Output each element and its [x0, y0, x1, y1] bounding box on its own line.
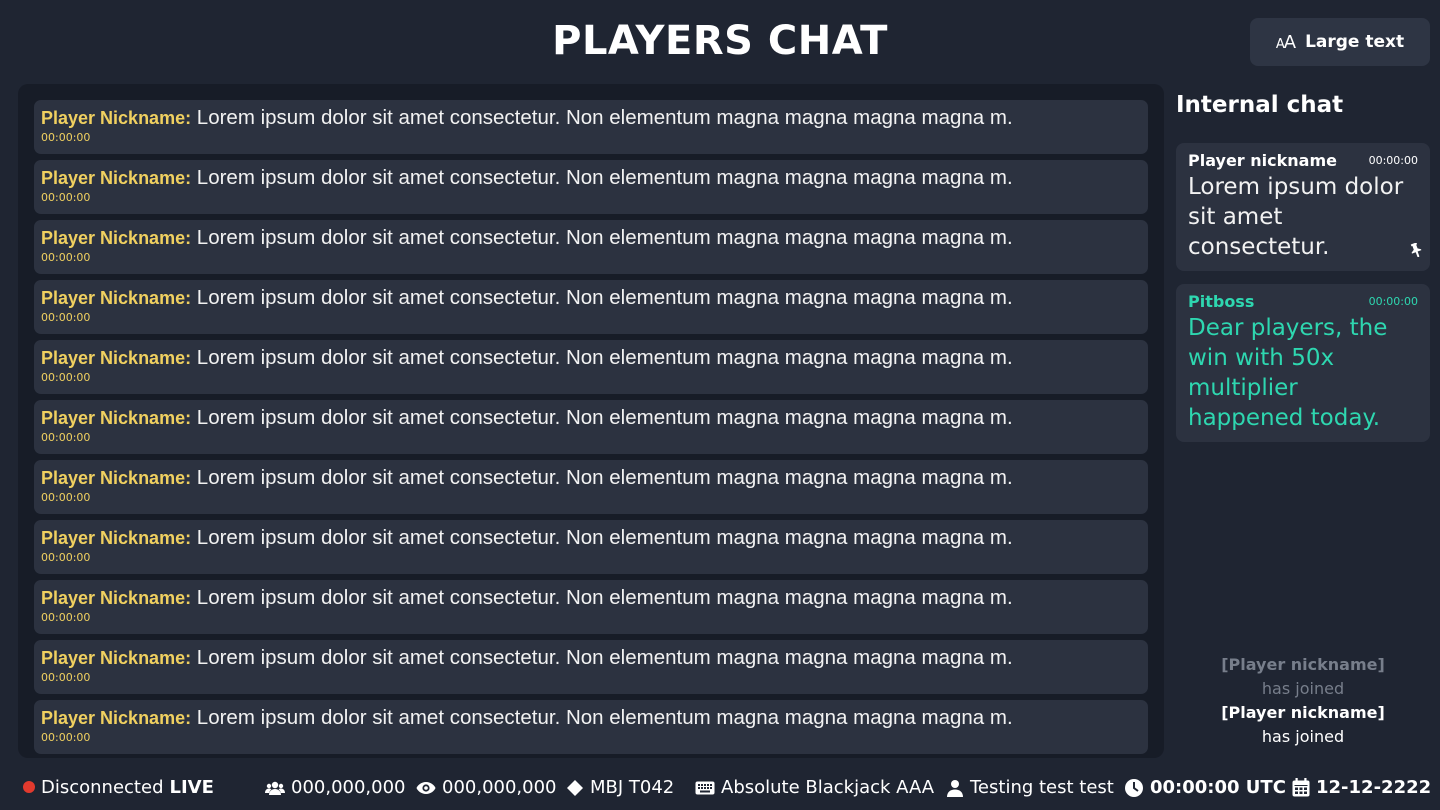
message-text: Lorem ipsum dolor sit amet consectetur. …: [196, 526, 1013, 549]
message-text: Lorem ipsum dolor sit amet consectetur. …: [196, 586, 1013, 609]
chat-message[interactable]: Player Nickname: Lorem ipsum dolor sit a…: [34, 580, 1148, 634]
keyboard-icon: [695, 781, 715, 795]
join-action: has joined: [1261, 679, 1345, 698]
clock: 00:00:00 UTC: [1124, 777, 1286, 798]
dealer-name: Testing test test: [946, 777, 1114, 798]
join-event: [Player nickname] has joined: [1176, 701, 1430, 749]
chat-message[interactable]: Player Nickname: Lorem ipsum dolor sit a…: [34, 100, 1148, 154]
message-time: 00:00:00: [1368, 295, 1418, 308]
message-nickname: Player Nickname:: [41, 708, 192, 728]
message-time: 00:00:00: [41, 131, 91, 144]
chat-message[interactable]: Player Nickname: Lorem ipsum dolor sit a…: [34, 460, 1148, 514]
join-action: has joined: [1261, 727, 1345, 746]
players-count: 000,000,000: [265, 777, 406, 798]
message-time: 00:00:00: [41, 551, 91, 564]
large-text-label: Large text: [1305, 32, 1405, 52]
message-text: Lorem ipsum dolor sit amet consectetur.: [1188, 174, 1404, 260]
connection-status-dot: [23, 781, 35, 793]
viewers-count: 000,000,000: [416, 777, 557, 798]
players-chat-panel[interactable]: Player Nickname: Lorem ipsum dolor sit a…: [18, 84, 1164, 758]
message-nickname: Player Nickname:: [41, 168, 192, 188]
user-icon: [946, 779, 964, 797]
message-nickname: Player Nickname:: [41, 108, 192, 128]
message-time: 00:00:00: [41, 491, 91, 504]
message-time: 00:00:00: [41, 371, 91, 384]
date-value: 12-12-2222: [1316, 777, 1432, 798]
players-count-value: 000,000,000: [291, 777, 406, 798]
message-text: Lorem ipsum dolor sit amet consectetur. …: [196, 406, 1013, 429]
chat-message[interactable]: Player Nickname: Lorem ipsum dolor sit a…: [34, 400, 1148, 454]
eye-icon: [416, 781, 436, 795]
message-text: Lorem ipsum dolor sit amet consectetur. …: [196, 346, 1013, 369]
chat-message[interactable]: Player Nickname: Lorem ipsum dolor sit a…: [34, 700, 1148, 754]
date: 12-12-2222: [1292, 777, 1431, 798]
message-nickname: Player Nickname:: [41, 528, 192, 548]
message-text: Lorem ipsum dolor sit amet consectetur. …: [196, 166, 1013, 189]
status-bar: Disconnected LIVE 000,000,000 000,000,00…: [0, 772, 1440, 802]
calendar-icon: [1292, 778, 1310, 797]
font-size-icon: AA: [1275, 31, 1296, 53]
message-text: Lorem ipsum dolor sit amet consectetur. …: [196, 106, 1013, 129]
message-time: 00:00:00: [41, 311, 91, 324]
viewers-count-value: 000,000,000: [442, 777, 557, 798]
join-nickname: [Player nickname]: [1221, 703, 1385, 722]
message-time: 00:00:00: [41, 431, 91, 444]
message-nickname: Player Nickname:: [41, 348, 192, 368]
table-id-value: MBJ T042: [590, 777, 675, 798]
message-time: 00:00:00: [41, 731, 91, 744]
diamond-icon: [566, 779, 584, 797]
chat-message[interactable]: Player Nickname: Lorem ipsum dolor sit a…: [34, 280, 1148, 334]
chat-message[interactable]: Player Nickname: Lorem ipsum dolor sit a…: [34, 520, 1148, 574]
internal-chat-title: Internal chat: [1176, 92, 1344, 118]
chat-message[interactable]: Player Nickname: Lorem ipsum dolor sit a…: [34, 220, 1148, 274]
dealer-name-value: Testing test test: [970, 777, 1114, 798]
message-nickname: Player Nickname:: [41, 468, 192, 488]
message-nickname: Player Nickname:: [41, 228, 192, 248]
live-label: LIVE: [169, 777, 214, 798]
chat-message[interactable]: Player Nickname: Lorem ipsum dolor sit a…: [34, 640, 1148, 694]
message-text: Lorem ipsum dolor sit amet consectetur. …: [196, 646, 1013, 669]
message-text: Dear players, the win with 50x multiplie…: [1188, 315, 1388, 431]
message-nickname: Player Nickname:: [41, 288, 192, 308]
message-author: Pitboss: [1188, 292, 1255, 311]
message-nickname: Player Nickname:: [41, 588, 192, 608]
table-id: MBJ T042: [566, 777, 674, 798]
internal-chat-message-pitboss[interactable]: Pitboss 00:00:00 Dear players, the win w…: [1176, 284, 1430, 442]
message-text: Lorem ipsum dolor sit amet consectetur. …: [196, 706, 1013, 729]
game-name: Absolute Blackjack AAA: [695, 777, 934, 798]
connection-status: Disconnected LIVE: [41, 777, 214, 798]
message-time: 00:00:00: [41, 251, 91, 264]
large-text-button[interactable]: AA Large text: [1250, 18, 1430, 66]
join-nickname: [Player nickname]: [1221, 655, 1385, 674]
message-time: 00:00:00: [41, 671, 91, 684]
message-text: Lorem ipsum dolor sit amet consectetur. …: [196, 226, 1013, 249]
message-nickname: Player Nickname:: [41, 648, 192, 668]
pin-icon[interactable]: [1410, 242, 1422, 261]
message-nickname: Player Nickname:: [41, 408, 192, 428]
chat-message[interactable]: Player Nickname: Lorem ipsum dolor sit a…: [34, 340, 1148, 394]
message-author: Player nickname: [1188, 151, 1337, 170]
users-icon: [265, 780, 285, 796]
message-text: Lorem ipsum dolor sit amet consectetur. …: [196, 466, 1013, 489]
message-time: 00:00:00: [1368, 154, 1418, 167]
connection-label: Disconnected: [41, 777, 164, 798]
page-title: PLAYERS CHAT: [552, 18, 888, 64]
message-time: 00:00:00: [41, 611, 91, 624]
message-time: 00:00:00: [41, 191, 91, 204]
players-chat-list[interactable]: Player Nickname: Lorem ipsum dolor sit a…: [34, 100, 1148, 758]
join-event: [Player nickname] has joined: [1176, 653, 1430, 701]
message-text: Lorem ipsum dolor sit amet consectetur. …: [196, 286, 1013, 309]
clock-icon: [1124, 778, 1144, 798]
chat-message[interactable]: Player Nickname: Lorem ipsum dolor sit a…: [34, 160, 1148, 214]
time-value: 00:00:00 UTC: [1150, 777, 1286, 798]
game-name-value: Absolute Blackjack AAA: [721, 777, 935, 798]
internal-chat-message[interactable]: Player nickname 00:00:00 Lorem ipsum dol…: [1176, 143, 1430, 271]
